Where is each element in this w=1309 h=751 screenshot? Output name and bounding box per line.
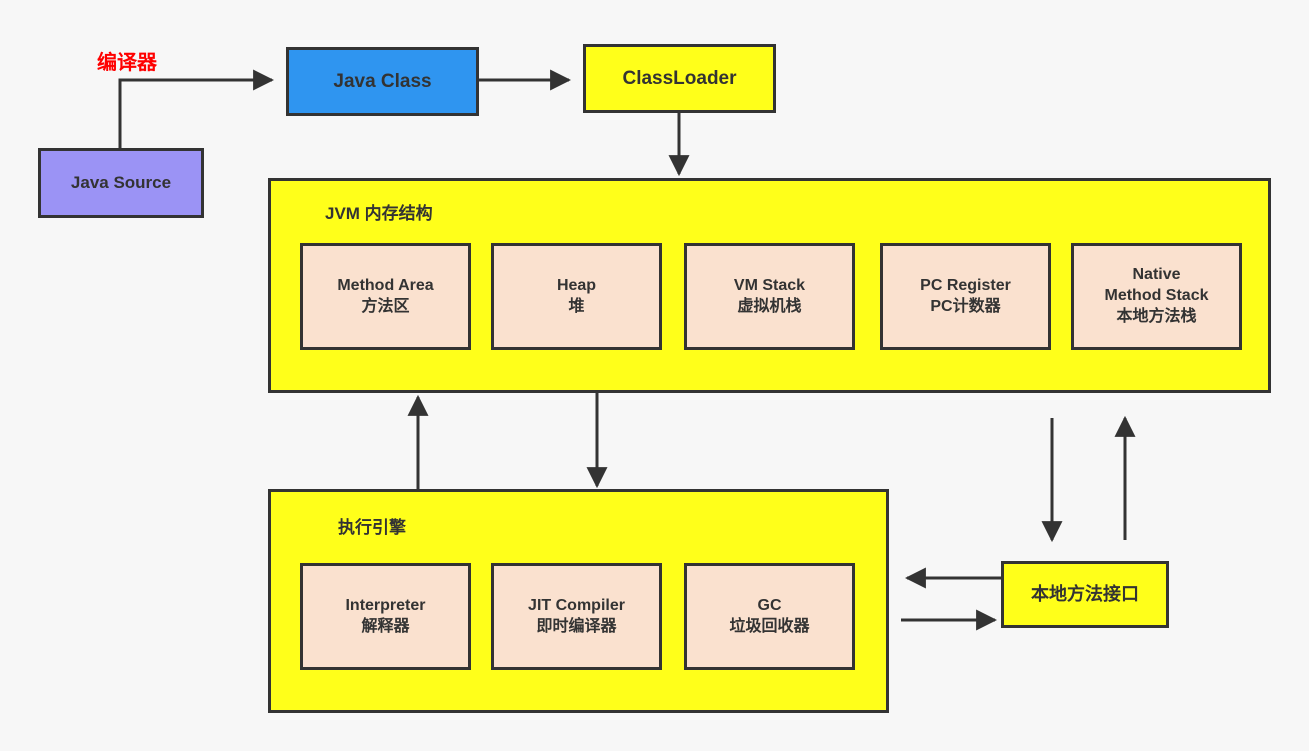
engine-box-jit-compiler[interactable]: JIT Compiler 即时编译器	[491, 563, 662, 670]
memory-box-heap[interactable]: Heap 堆	[491, 243, 662, 350]
memory-box-vm-stack-en: VM Stack	[733, 276, 806, 294]
memory-box-vm-stack-zh: 虚拟机栈	[737, 297, 802, 315]
engine-box-interpreter-en: Interpreter	[345, 596, 426, 614]
node-java-class[interactable]: Java Class	[286, 47, 479, 116]
memory-box-native-method-stack[interactable]: Native Method Stack 本地方法栈	[1071, 243, 1242, 350]
engine-box-gc-zh: 垃圾回收器	[729, 617, 810, 635]
memory-box-pc-register-zh: PC计数器	[930, 297, 1001, 315]
engine-box-gc[interactable]: GC 垃圾回收器	[684, 563, 855, 670]
node-java-class-label: Java Class	[333, 70, 432, 92]
memory-box-method-area[interactable]: Method Area 方法区	[300, 243, 471, 350]
node-native-method-interface-label: 本地方法接口	[1031, 584, 1139, 605]
node-class-loader[interactable]: ClassLoader	[583, 44, 776, 113]
memory-box-native-method-stack-en: Native	[1132, 266, 1181, 284]
node-native-method-interface[interactable]: 本地方法接口	[1001, 561, 1169, 628]
memory-box-heap-en: Heap	[556, 276, 597, 294]
node-java-source-label: Java Source	[70, 173, 172, 193]
node-java-source[interactable]: Java Source	[38, 148, 204, 218]
compiler-label: 编译器	[97, 52, 157, 74]
jvm-memory-structure-title: JVM 内存结构	[325, 204, 433, 223]
memory-box-pc-register-en: PC Register	[920, 276, 1011, 294]
memory-box-heap-zh: 堆	[568, 297, 585, 315]
edge-java-source-to-java-class	[118, 69, 275, 148]
engine-box-gc-en: GC	[757, 596, 782, 614]
memory-box-method-area-zh: 方法区	[361, 297, 410, 315]
engine-box-jit-compiler-en: JIT Compiler	[528, 596, 625, 614]
diagram-canvas: 编译器 Java Source Java Class ClassLoader J…	[0, 0, 1309, 751]
memory-box-vm-stack[interactable]: VM Stack 虚拟机栈	[684, 243, 855, 350]
node-class-loader-label: ClassLoader	[622, 67, 737, 89]
execution-engine-title: 执行引擎	[338, 518, 406, 537]
memory-box-native-method-stack-en2: Method Stack	[1104, 287, 1209, 305]
memory-box-pc-register[interactable]: PC Register PC计数器	[880, 243, 1051, 350]
engine-box-interpreter-zh: 解释器	[361, 617, 410, 635]
engine-box-interpreter[interactable]: Interpreter 解释器	[300, 563, 471, 670]
memory-box-native-method-stack-zh: 本地方法栈	[1116, 307, 1197, 325]
memory-box-method-area-en: Method Area	[337, 276, 434, 294]
engine-box-jit-compiler-zh: 即时编译器	[536, 617, 617, 635]
